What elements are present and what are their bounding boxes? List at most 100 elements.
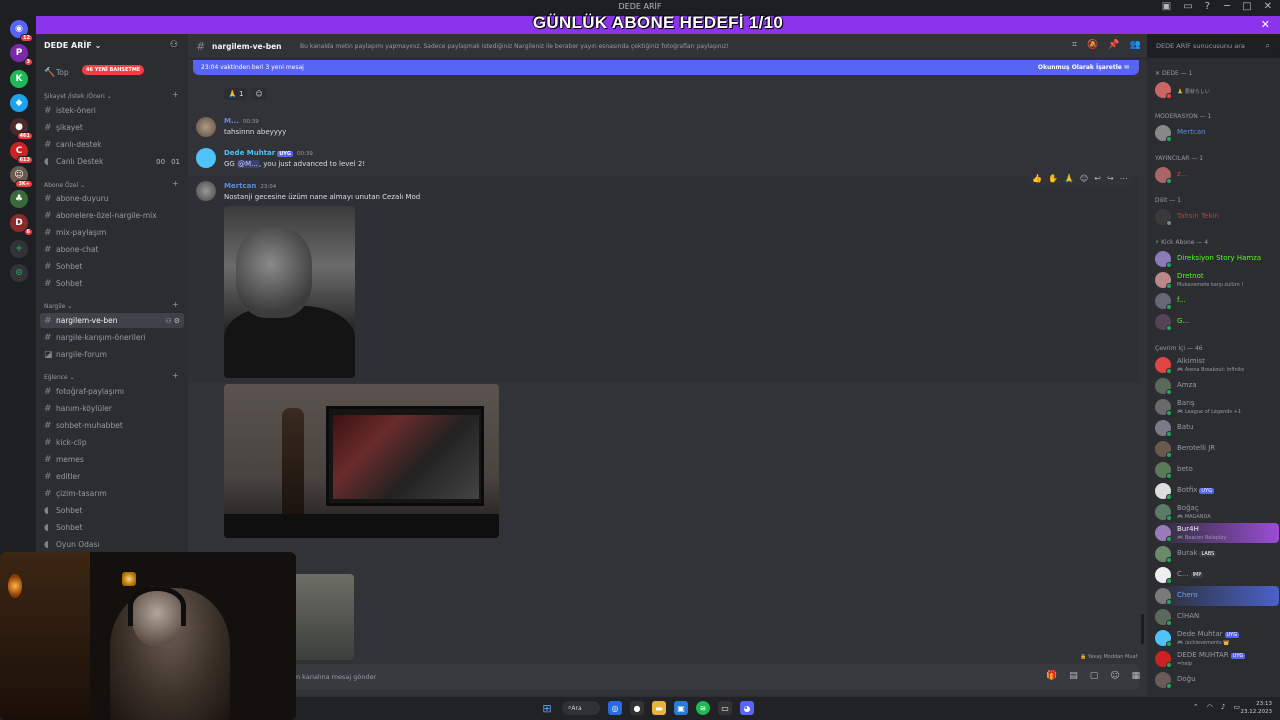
member-item[interactable]: Bur4H 🎮 Beacon Roleplay	[1155, 523, 1279, 543]
add-channel-icon[interactable]: +	[172, 371, 179, 380]
minimize-icon[interactable]: ─	[1224, 1, 1230, 12]
user-mention[interactable]: @M...	[237, 160, 259, 168]
message-author[interactable]: M... 00:39	[224, 117, 259, 125]
reply-icon[interactable]: ↩	[1094, 174, 1101, 183]
add-reaction-icon[interactable]: ☺	[251, 88, 267, 100]
channel-sohbet[interactable]: # Sohbet	[40, 276, 184, 291]
reaction-pray[interactable]: 🙏 1	[224, 88, 248, 100]
channel-sohbet-muhabbet[interactable]: # sohbet-muhabbet	[40, 418, 184, 433]
invite-settings-icon[interactable]: ⚇ ⚙	[165, 317, 180, 325]
member-item[interactable]: Tahsin Tekin	[1155, 207, 1279, 227]
voice-sohbet[interactable]: ◖ Sohbet	[40, 503, 184, 518]
server-search-input[interactable]: DEDE ARİF sunucusunu ara ⌕	[1150, 38, 1276, 55]
member-item[interactable]: Alkimist 🎮 Arena Breakout: Infinite	[1155, 355, 1279, 375]
member-item[interactable]: Batu	[1155, 418, 1279, 438]
member-item[interactable]: Boğaç 🎮 MAGANDA	[1155, 502, 1279, 522]
member-item[interactable]: Chero	[1155, 586, 1279, 606]
member-list-icon[interactable]: 👥	[1130, 40, 1141, 50]
notification-icon[interactable]: 🔕	[1087, 40, 1098, 50]
clock[interactable]: 23:13 23.12.2023	[1241, 700, 1273, 716]
category-sikayet[interactable]: Şikayet /İstek /Öneri ⌄	[44, 93, 112, 100]
forward-icon[interactable]: ↪	[1107, 174, 1114, 183]
avatar[interactable]	[196, 117, 216, 137]
member-item[interactable]: CİHAN	[1155, 607, 1279, 627]
member-item[interactable]: Dretnot Mukavemete karşı zulüm !	[1155, 270, 1279, 290]
server-icon-dede[interactable]: D6	[10, 214, 33, 236]
new-mentions-badge[interactable]: 46 YENİ BAHSETME	[82, 65, 145, 75]
reaction-quick-icon[interactable]: 🙏	[1064, 174, 1074, 183]
message-composer[interactable]: en kanalına mesaj gönder 🎁 ▤ ▢ ☺ ▦	[196, 664, 1140, 690]
channel-fotograf[interactable]: # fotoğraf-paylaşımı	[40, 384, 184, 399]
member-item[interactable]: f...	[1155, 291, 1279, 311]
reaction-quick-icon[interactable]: ✋	[1048, 174, 1058, 183]
battery-icon[interactable]: ▭	[1233, 703, 1240, 711]
channel-abone-chat[interactable]: # abone-chat	[40, 242, 184, 257]
member-item[interactable]: Mertcan	[1155, 123, 1279, 143]
member-item[interactable]: Botfix UYG	[1155, 481, 1279, 501]
sticker-icon[interactable]: ▢	[1090, 671, 1099, 681]
more-icon[interactable]: ⋯	[1120, 174, 1128, 183]
channel-editler[interactable]: # editler	[40, 469, 184, 484]
direct-messages-icon[interactable]: ◉ 12	[10, 20, 33, 42]
image-attachment[interactable]	[288, 574, 354, 660]
add-channel-icon[interactable]: +	[172, 179, 179, 188]
add-member-icon[interactable]: ⚇	[170, 40, 178, 50]
server-name[interactable]: DEDE ARİF ⌄	[44, 41, 101, 50]
discord-icon[interactable]: ◕	[740, 701, 754, 715]
add-channel-icon[interactable]: +	[172, 90, 179, 99]
message-author[interactable]: Dede Muhtar UYG 00:39	[224, 149, 313, 157]
member-item[interactable]: Direksiyon Story Hamza	[1155, 249, 1279, 269]
server-icon-blue[interactable]: ◆	[10, 94, 28, 112]
close-banner-icon[interactable]: ✕	[1261, 18, 1270, 31]
member-item[interactable]: Dede Muhtar UYG 🎮 /achievements 👑	[1155, 628, 1279, 648]
voice-canli-destek[interactable]: ◖ Canlı Destek 00 01	[40, 154, 184, 169]
voice-oyun-odasi[interactable]: ◖ Oyun Odası	[40, 537, 184, 552]
inbox-icon[interactable]: ▣	[1162, 1, 1171, 12]
member-item[interactable]: DEDE MUHTAR UYG =help	[1155, 649, 1279, 669]
member-item[interactable]: beto	[1155, 460, 1279, 480]
member-item[interactable]: Amza	[1155, 376, 1279, 396]
network-icon[interactable]: ◠	[1207, 703, 1213, 711]
new-messages-bar[interactable]: 23:04 vaktinden beri 3 yeni mesaj Okunmu…	[193, 60, 1139, 75]
image-attachment[interactable]	[224, 384, 499, 538]
channel-nargile-karisim[interactable]: # nargile-karışım-önerileri	[40, 330, 184, 345]
message-author[interactable]: Mertcan 23:04	[224, 182, 276, 190]
app-icon[interactable]: ▣	[674, 701, 688, 715]
reaction-quick-icon[interactable]: 👍	[1032, 174, 1042, 183]
channel-sohbet[interactable]: # Sohbet	[40, 259, 184, 274]
maximize-icon[interactable]: □	[1242, 1, 1251, 12]
member-item[interactable]: Burak LABS	[1155, 544, 1279, 564]
composer-placeholder[interactable]: en kanalına mesaj gönder	[292, 673, 376, 681]
image-attachment[interactable]	[224, 206, 355, 378]
chrome-icon[interactable]: ◎	[608, 701, 622, 715]
tray-chevron-icon[interactable]: ⌃	[1193, 703, 1199, 711]
add-server-icon[interactable]: +	[10, 240, 28, 258]
monitor-icon[interactable]: ▭	[1183, 1, 1192, 12]
taskbar-search[interactable]: ⌕ Ara	[562, 701, 600, 715]
category-eglence[interactable]: Eğlence ⌄	[44, 374, 75, 381]
add-channel-icon[interactable]: +	[172, 300, 179, 309]
mark-read-button[interactable]: Okunmuş Olarak İşaretle ✉	[1038, 64, 1129, 71]
member-item[interactable]: G...	[1155, 312, 1279, 332]
help-icon[interactable]: ?	[1205, 1, 1210, 12]
spotify-icon[interactable]: ≋	[696, 701, 710, 715]
volume-icon[interactable]: ♪	[1221, 703, 1225, 711]
file-explorer-icon[interactable]: ▬	[652, 701, 666, 715]
app-icon[interactable]: ●	[630, 701, 644, 715]
scrollbar[interactable]	[1141, 614, 1144, 644]
threads-icon[interactable]: ⌗	[1072, 40, 1077, 50]
channel-sikayet[interactable]: # şikayet	[40, 120, 184, 135]
channel-mix-paylasim[interactable]: # mix-paylaşım	[40, 225, 184, 240]
channel-abone-duyuru[interactable]: # abone-duyuru	[40, 191, 184, 206]
server-icon-avatar[interactable]: ☺ 3K+	[10, 166, 33, 188]
emoji-icon[interactable]: ☺	[1110, 671, 1119, 681]
channel-topic[interactable]: Bu kanalda metin paylaşımı yapmayınız. S…	[300, 43, 729, 50]
category-abone-ozel[interactable]: Abone Özel ⌄	[44, 182, 85, 189]
explore-icon[interactable]: ⊙	[10, 264, 28, 282]
member-item[interactable]: Berotelli JR	[1155, 439, 1279, 459]
member-item[interactable]: z...	[1155, 165, 1279, 185]
channel-kick-clip[interactable]: # kick-clip	[40, 435, 184, 450]
server-icon-k[interactable]: K	[10, 70, 28, 88]
member-item[interactable]: 🙏 要就らしい	[1155, 80, 1279, 100]
channel-memes[interactable]: # memes	[40, 452, 184, 467]
